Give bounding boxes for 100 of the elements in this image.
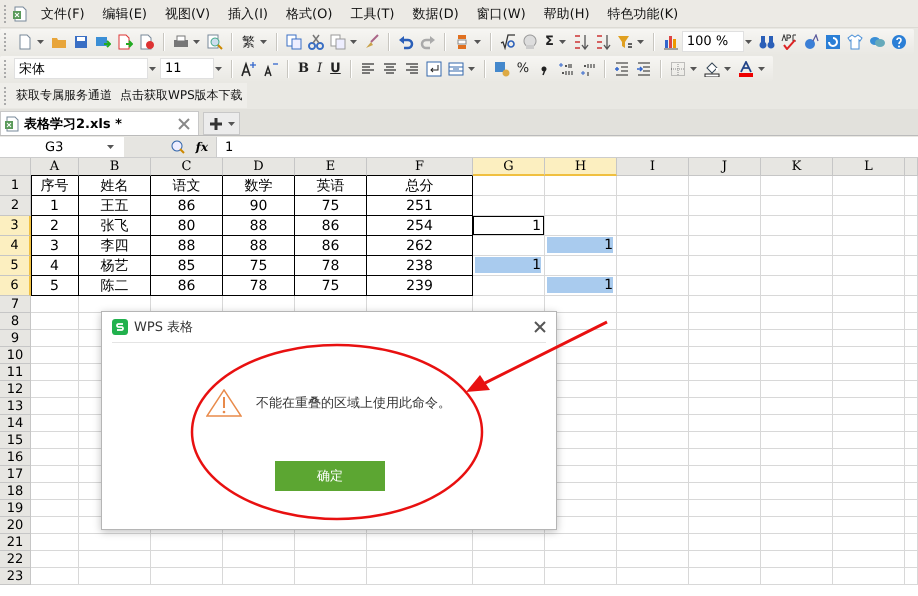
cell[interactable] [545, 176, 617, 196]
pdf-export-icon[interactable] [117, 34, 133, 50]
format-brush-icon[interactable] [364, 34, 380, 50]
cell[interactable] [761, 176, 833, 196]
cell[interactable] [905, 313, 918, 330]
cell[interactable] [473, 551, 545, 568]
row-header[interactable]: 5 [0, 256, 31, 276]
cell[interactable] [689, 381, 761, 398]
cell[interactable] [689, 483, 761, 500]
cell[interactable] [545, 216, 617, 236]
selected-cell[interactable]: 1 [473, 216, 545, 236]
dropdown-caret-icon[interactable] [474, 40, 481, 44]
merge-cells-icon[interactable] [448, 60, 464, 76]
cell[interactable] [905, 568, 918, 585]
cell[interactable] [295, 568, 367, 585]
traditional-chinese-button[interactable]: 繁 [238, 32, 259, 52]
cell[interactable] [833, 330, 905, 347]
cell[interactable] [689, 347, 761, 364]
cell[interactable] [617, 517, 689, 534]
sum-button[interactable]: Σ [541, 32, 558, 52]
zoom-field[interactable]: 100 % [682, 31, 744, 52]
cell[interactable] [545, 551, 617, 568]
cell[interactable] [151, 534, 223, 551]
font-shrink-icon[interactable] [263, 60, 279, 76]
column-header[interactable]: A [31, 158, 79, 176]
print-icon[interactable] [173, 34, 189, 50]
promo-link[interactable]: 获取专属服务通道 [16, 87, 112, 104]
cell[interactable] [31, 483, 79, 500]
cell[interactable]: 1 [545, 276, 617, 296]
column-header[interactable]: H [545, 158, 617, 176]
cell[interactable] [31, 551, 79, 568]
menu-item[interactable]: 特色功能(K) [598, 2, 688, 24]
dropdown-caret-icon[interactable] [228, 122, 235, 126]
cell[interactable] [473, 568, 545, 585]
cell[interactable] [689, 568, 761, 585]
cell[interactable] [905, 364, 918, 381]
border-icon[interactable] [670, 60, 686, 76]
function-search-icon[interactable] [170, 139, 186, 155]
cell[interactable] [617, 483, 689, 500]
cell[interactable] [689, 517, 761, 534]
cell[interactable] [905, 534, 918, 551]
cell[interactable] [761, 534, 833, 551]
cell[interactable] [79, 534, 151, 551]
spreadsheet-file-icon[interactable] [4, 116, 20, 132]
help-icon[interactable] [890, 34, 907, 50]
cell[interactable] [31, 347, 79, 364]
cell[interactable] [833, 500, 905, 517]
menu-item[interactable]: 编辑(E) [94, 2, 156, 24]
cell[interactable] [833, 176, 905, 196]
dropdown-caret-icon[interactable] [215, 66, 222, 70]
redo-icon[interactable] [420, 34, 436, 50]
cell[interactable] [617, 313, 689, 330]
cell[interactable] [761, 330, 833, 347]
cell[interactable] [761, 568, 833, 585]
cell[interactable] [905, 551, 918, 568]
increase-decimal-icon[interactable] [558, 60, 574, 76]
cell[interactable] [31, 466, 79, 483]
cell[interactable] [617, 330, 689, 347]
cell[interactable] [617, 236, 689, 256]
row-header[interactable]: 16 [0, 449, 31, 466]
row-header[interactable]: 21 [0, 534, 31, 551]
cell[interactable] [905, 256, 918, 276]
cell[interactable] [761, 483, 833, 500]
cell[interactable] [617, 432, 689, 449]
menu-item[interactable]: 格式(O) [277, 2, 342, 24]
shirt-icon[interactable] [846, 34, 863, 50]
undo-icon[interactable] [398, 34, 414, 50]
row-header[interactable]: 3 [0, 216, 31, 236]
row-header[interactable]: 10 [0, 347, 31, 364]
cell[interactable] [761, 398, 833, 415]
cell[interactable] [761, 347, 833, 364]
cell[interactable] [545, 196, 617, 216]
cell[interactable] [833, 551, 905, 568]
row-header[interactable]: 4 [0, 236, 31, 256]
sort-ascending-icon[interactable] [572, 34, 589, 50]
increase-indent-icon[interactable] [636, 60, 652, 76]
balloon-icon[interactable] [802, 34, 819, 50]
cell[interactable] [223, 568, 295, 585]
dropdown-caret-icon[interactable] [636, 40, 644, 44]
row-header[interactable]: 9 [0, 330, 31, 347]
cell[interactable] [833, 216, 905, 236]
column-header[interactable]: F [367, 158, 473, 176]
close-icon[interactable] [534, 321, 546, 333]
cell[interactable] [905, 415, 918, 432]
cell[interactable] [761, 296, 833, 313]
cell[interactable] [617, 398, 689, 415]
italic-button[interactable]: I [313, 58, 326, 78]
globe-icon[interactable] [522, 34, 538, 50]
cell[interactable] [833, 568, 905, 585]
cell[interactable] [545, 534, 617, 551]
cell[interactable] [31, 534, 79, 551]
cell[interactable] [617, 347, 689, 364]
paste-icon[interactable] [330, 34, 346, 50]
document-tab[interactable]: 表格学习2.xls * [0, 111, 199, 135]
cell[interactable] [905, 176, 918, 196]
cell[interactable] [689, 551, 761, 568]
select-all-button[interactable] [0, 158, 31, 176]
save-icon[interactable] [73, 34, 89, 50]
column-header[interactable]: J [689, 158, 761, 176]
row-header[interactable]: 15 [0, 432, 31, 449]
